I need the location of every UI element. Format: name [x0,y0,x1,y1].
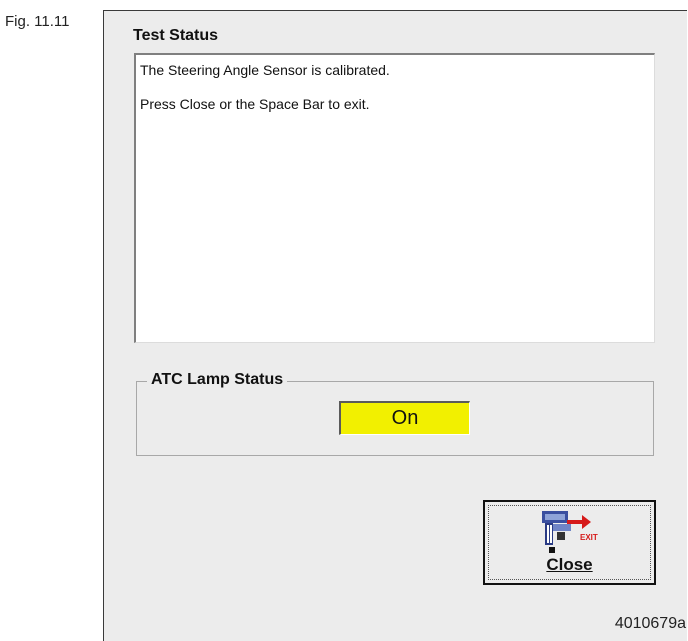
figure-label: Fig. 11.11 [5,13,70,30]
status-line-gap [140,79,650,95]
figure-reference-number: 4010679a [614,615,686,632]
atc-lamp-group-title: ATC Lamp Status [147,371,288,389]
test-status-textbox[interactable]: The Steering Angle Sensor is calibrated.… [134,53,655,343]
status-line-exit-instructions: Press Close or the Space Bar to exit. [140,96,370,112]
exit-door-icon: EXIT [535,508,605,554]
exit-icon-text: EXIT [580,533,598,542]
figure-page: Fig. 11.11 Test Status The Steering Angl… [0,0,688,641]
status-line-calibrated: The Steering Angle Sensor is calibrated. [140,62,390,78]
atc-lamp-status-indicator: On [339,401,470,435]
test-status-title: Test Status [133,27,219,44]
close-button-label: Close [546,555,593,574]
close-button[interactable]: EXIT Close [483,500,656,585]
